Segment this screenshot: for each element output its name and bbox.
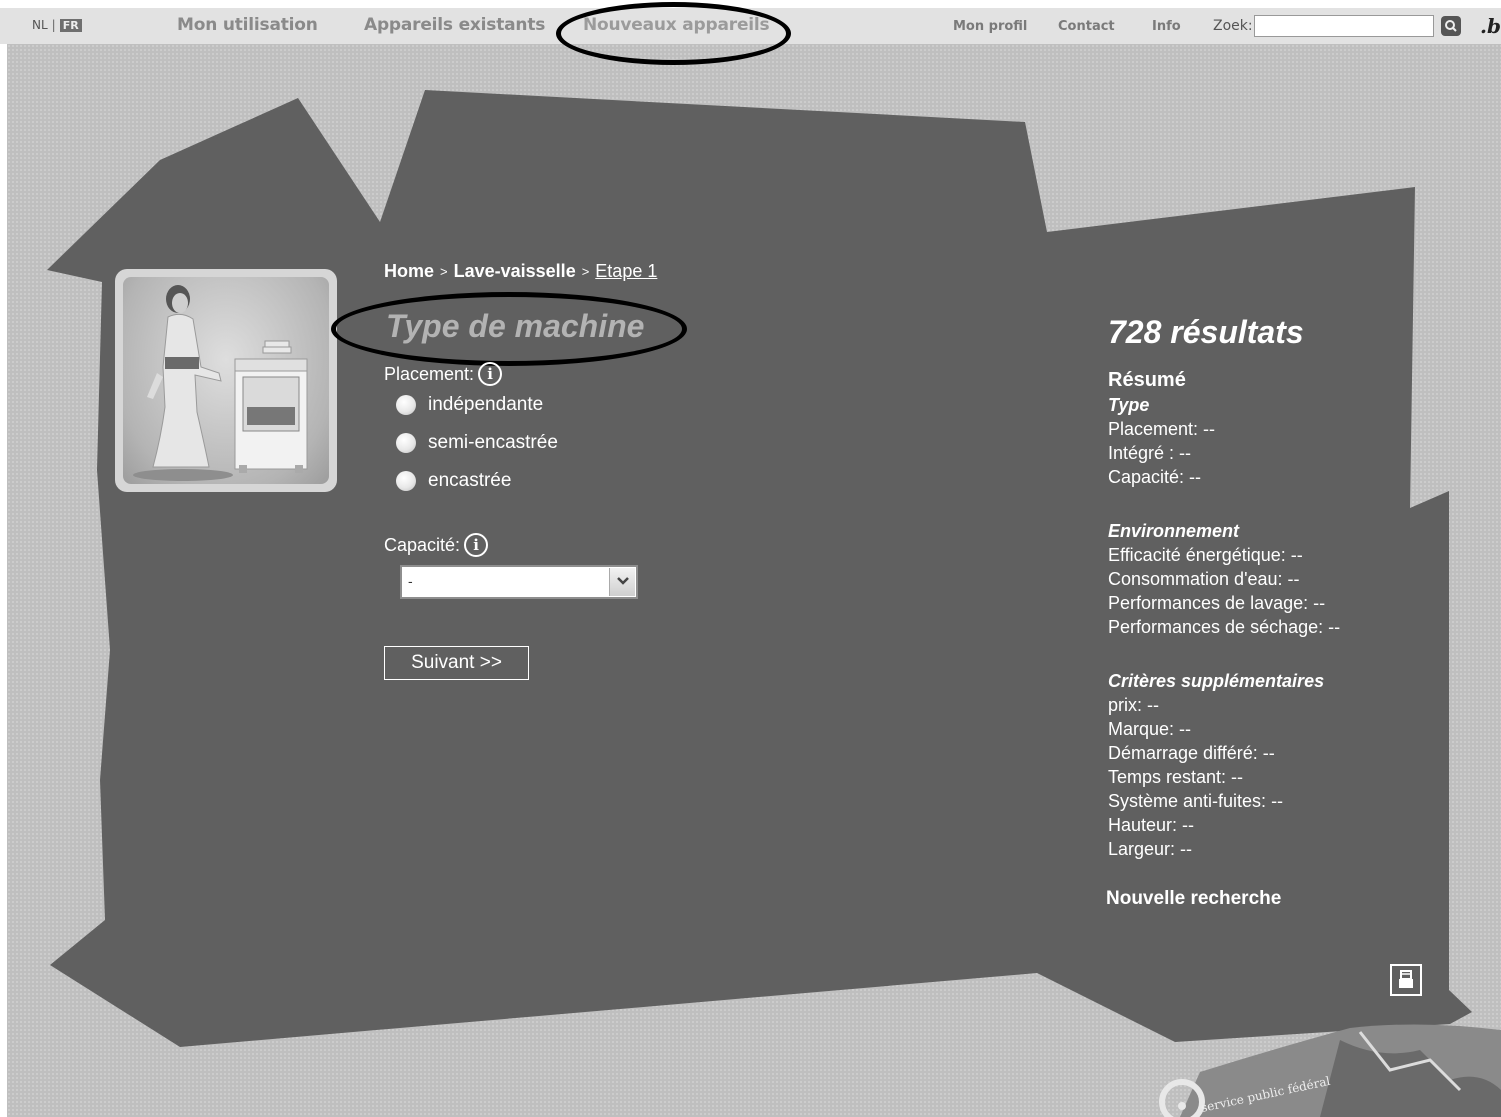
info-icon[interactable]: i — [464, 533, 489, 557]
summary-extra-criteria-title: Critères supplémentaires — [1108, 671, 1325, 691]
spf-logo-graphic: service public fédéral — [1159, 1024, 1501, 1117]
link-info[interactable]: Info — [1152, 19, 1181, 34]
woman-dishwasher-illustration — [133, 285, 308, 481]
search-icon — [1445, 20, 1457, 32]
summary-line: Largeur: -- — [1108, 839, 1193, 859]
radio-button[interactable] — [396, 395, 416, 415]
capacity-field-label: Capacité: i — [384, 533, 489, 557]
capacity-label: Capacité: — [384, 534, 461, 555]
summary-line: Performances de séchage: -- — [1108, 617, 1341, 637]
product-photo — [115, 269, 337, 492]
breadcrumb-etape-1[interactable]: Etape 1 — [595, 261, 657, 282]
radio-label: encastrée — [428, 470, 512, 491]
summary-line: Système anti-fuites: -- — [1108, 791, 1284, 811]
nav-mon-utilisation[interactable]: Mon utilisation — [177, 15, 318, 35]
radio-button[interactable] — [396, 433, 416, 453]
summary-line: Capacité: -- — [1108, 467, 1202, 487]
summary-line: Placement: -- — [1108, 419, 1216, 439]
placement-field-label: Placement: i — [384, 362, 503, 386]
link-contact[interactable]: Contact — [1058, 19, 1115, 34]
breadcrumb-separator: > — [581, 264, 590, 279]
lang-nl-link[interactable]: NL — [32, 18, 48, 32]
be-logo[interactable]: .be — [1480, 14, 1501, 38]
summary-line: Temps restant: -- — [1108, 767, 1244, 787]
breadcrumb-lave-vaisselle[interactable]: Lave-vaisselle — [454, 261, 576, 282]
select-dropdown-button[interactable] — [609, 568, 635, 596]
radio-button[interactable] — [396, 471, 416, 491]
link-mon-profil[interactable]: Mon profil — [953, 19, 1027, 34]
lang-fr-link[interactable]: FR — [59, 18, 82, 32]
new-search-link[interactable]: Nouvelle recherche — [1106, 888, 1281, 910]
print-button[interactable] — [1390, 964, 1422, 996]
summary-line: Efficacité énergétique: -- — [1108, 545, 1303, 565]
summary-environment-title: Environnement — [1108, 521, 1240, 541]
lang-separator: | — [51, 18, 56, 32]
summary-line: Marque: -- — [1108, 719, 1192, 739]
search-label: Zoek: — [1213, 18, 1253, 34]
print-icon — [1399, 970, 1413, 988]
highlight-ellipse-title — [331, 292, 687, 366]
summary-line: Consommation d'eau: -- — [1108, 569, 1300, 589]
photo-illustration — [123, 277, 329, 484]
chevron-down-icon — [617, 577, 629, 585]
placement-label: Placement: — [384, 363, 475, 384]
search-button[interactable] — [1441, 16, 1461, 36]
radio-option-independante[interactable]: indépendante — [396, 394, 543, 416]
language-switcher: NL | FR — [32, 18, 82, 32]
search-input[interactable] — [1254, 15, 1434, 37]
summary-line: Démarrage différé: -- — [1108, 743, 1275, 763]
capacity-select[interactable]: - — [400, 565, 638, 599]
summary-line: Intégré : -- — [1108, 443, 1192, 463]
summary-line: Hauteur: -- — [1108, 815, 1195, 835]
next-button[interactable]: Suivant >> — [384, 646, 529, 680]
summary-line: Performances de lavage: -- — [1108, 593, 1326, 613]
spf-logo[interactable]: service public fédéral — [1120, 1020, 1501, 1117]
capacity-select-value: - — [408, 573, 413, 589]
breadcrumb-home[interactable]: Home — [384, 261, 434, 282]
summary-line: prix: -- — [1108, 695, 1159, 715]
breadcrumb: Home > Lave-vaisselle > Etape 1 — [384, 261, 657, 282]
radio-option-semi-encastree[interactable]: semi-encastrée — [396, 432, 558, 454]
breadcrumb-separator: > — [440, 264, 448, 279]
radio-label: semi-encastrée — [428, 432, 558, 453]
radio-option-encastree[interactable]: encastrée — [396, 470, 511, 492]
summary-panel: 728 résultats Résumé Type Placement: -- … — [1108, 310, 1438, 861]
radio-label: indépendante — [428, 394, 544, 415]
summary-heading: Résumé — [1108, 369, 1186, 391]
summary-type-title: Type — [1108, 395, 1150, 415]
info-icon[interactable]: i — [478, 362, 503, 386]
nav-appareils-existants[interactable]: Appareils existants — [364, 15, 545, 35]
highlight-ellipse-nav — [556, 2, 791, 65]
results-count: 728 résultats — [1108, 314, 1304, 350]
